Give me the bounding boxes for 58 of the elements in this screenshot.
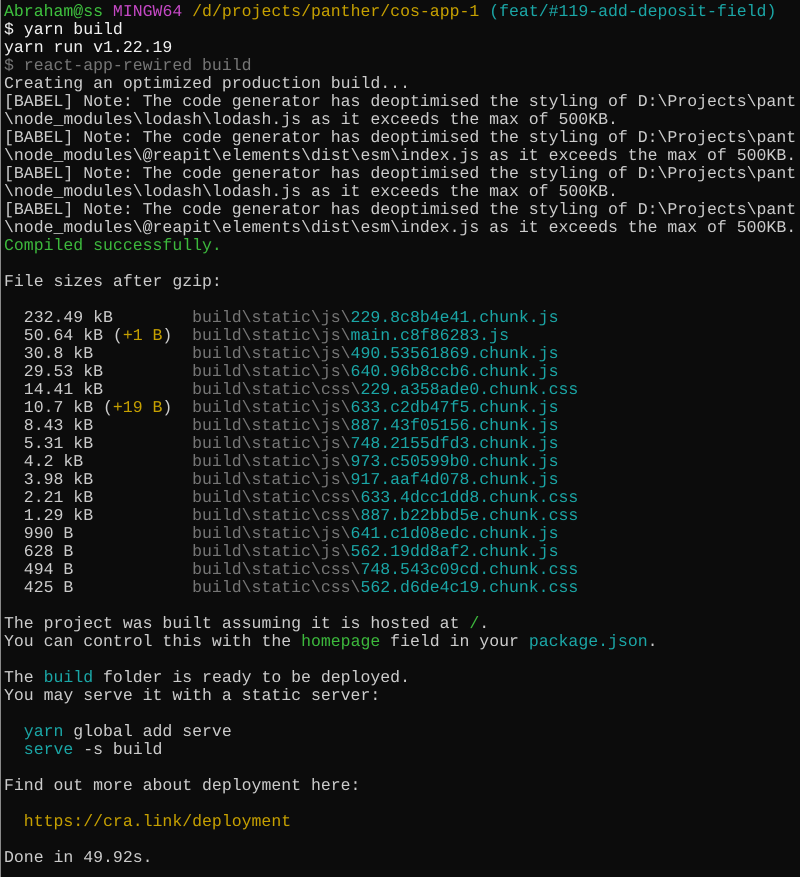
file-path: build\static\js\562.19dd8af2.chunk.js: [192, 543, 558, 561]
terminal-line: The project was built assuming it is hosted at /.: [4, 615, 490, 633]
file-size: 494 B: [24, 561, 74, 579]
file-size: 232.49 kB: [24, 309, 113, 327]
size-change: (+1 B): [112, 327, 172, 345]
terminal-line: [BABEL] Note: The code generator has deoptimised the styling of D:\Projects\pant: [4, 93, 796, 111]
file-path: build\static\js\973.c50599b0.chunk.js: [192, 453, 558, 471]
terminal-line: yarn global add serve: [24, 723, 232, 741]
terminal-line: You may serve it with a static server:: [4, 687, 380, 705]
terminal-line: yarn run v1.22.19: [4, 39, 172, 57]
file-size: 990 B: [24, 525, 74, 543]
file-size: 8.43 kB: [24, 417, 94, 435]
terminal-line: The build folder is ready to be deployed.: [4, 669, 410, 687]
file-size: 30.8 kB: [24, 345, 94, 363]
file-size: 10.7 kB: [24, 399, 94, 417]
terminal-line: Find out more about deployment here:: [4, 777, 360, 795]
terminal-line: https://cra.link/deployment: [24, 813, 292, 831]
file-size: 50.64 kB: [24, 327, 104, 345]
file-path: build\static\css\887.b22bbd5e.chunk.css: [192, 507, 578, 525]
file-size: 5.31 kB: [24, 435, 94, 453]
terminal-line: \node_modules\@reapit\elements\dist\esm\index.js as it exceeds the max of 500KB.: [4, 147, 796, 165]
file-size: 4.2 kB: [24, 453, 84, 471]
terminal-line: Compiled successfully.: [4, 237, 222, 255]
terminal-line: [BABEL] Note: The code generator has deoptimised the styling of D:\Projects\pant: [4, 201, 796, 219]
terminal-line: File sizes after gzip:: [4, 273, 222, 291]
terminal-line: [BABEL] Note: The code generator has deoptimised the styling of D:\Projects\pant: [4, 165, 796, 183]
file-size: 425 B: [24, 579, 74, 597]
file-path: build\static\css\748.543c09cd.chunk.css: [192, 561, 578, 579]
terminal-line: $ react-app-rewired build: [4, 57, 252, 75]
file-path: build\static\js\640.96b8ccb6.chunk.js: [192, 363, 558, 381]
file-path: build\static\js\917.aaf4d078.chunk.js: [192, 471, 558, 489]
terminal-line: \node_modules\@reapit\elements\dist\esm\index.js as it exceeds the max of 500KB.: [4, 219, 796, 237]
file-path: build\static\js\229.8c8b4e41.chunk.js: [192, 309, 558, 327]
file-size: 1.29 kB: [24, 507, 94, 525]
file-size: 2.21 kB: [24, 489, 94, 507]
terminal-line: Creating an optimized production build...: [4, 75, 410, 93]
file-path: build\static\css\633.4dcc1dd8.chunk.css: [192, 489, 578, 507]
file-path: build\static\js\main.c8f86283.js: [192, 327, 509, 345]
file-size: 14.41 kB: [24, 381, 104, 399]
terminal-line: Done in 49.92s.: [4, 849, 153, 867]
file-path: build\static\css\229.a358ade0.chunk.css: [192, 381, 578, 399]
file-path: build\static\js\633.c2db47f5.chunk.js: [192, 399, 558, 417]
file-size: 29.53 kB: [24, 363, 104, 381]
terminal-line: $ yarn build: [4, 21, 123, 39]
terminal-line: [BABEL] Note: The code generator has deoptimised the styling of D:\Projects\pant: [4, 129, 796, 147]
file-path: build\static\js\748.2155dfd3.chunk.js: [192, 435, 558, 453]
file-path: build\static\css\562.d6de4c19.chunk.css: [192, 579, 578, 597]
file-path: build\static\js\490.53561869.chunk.js: [192, 345, 558, 363]
file-path: build\static\js\887.43f05156.chunk.js: [192, 417, 558, 435]
terminal-line: You can control this with the homepage field in your package.json.: [4, 633, 658, 651]
size-change: (+19 B): [103, 399, 172, 417]
terminal-line: Abraham@ss MINGW64 /d/projects/panther/cos-app-1 (feat/#119-add-deposit-field): [4, 3, 776, 21]
file-path: build\static\js\641.c1d08edc.chunk.js: [192, 525, 558, 543]
terminal-line: \node_modules\lodash\lodash.js as it exceeds the max of 500KB.: [4, 111, 618, 129]
terminal-line: serve -s build: [24, 741, 162, 759]
file-size: 3.98 kB: [24, 471, 94, 489]
terminal-line: \node_modules\lodash\lodash.js as it exceeds the max of 500KB.: [4, 183, 618, 201]
file-size: 628 B: [24, 543, 74, 561]
